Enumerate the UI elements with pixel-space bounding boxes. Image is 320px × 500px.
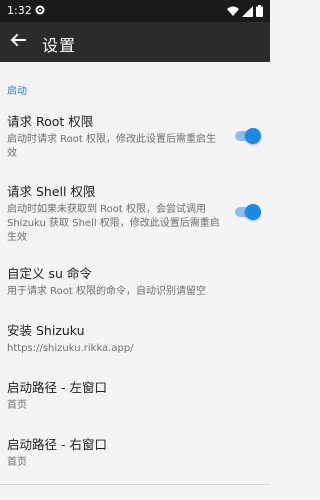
switch-thumb (245, 128, 261, 144)
setting-title: 启动路径 - 左窗口 (7, 380, 107, 395)
app-bar: 设置 (0, 22, 270, 62)
setting-subtitle: 首页 (7, 400, 27, 411)
setting-custom-su[interactable]: 自定义 su 命令 用于请求 Root 权限的命令，自动识别请留空 (7, 266, 263, 299)
setting-subtitle: 启动时如果未获取到 Root 权限，会尝试调用 Shizuku 获取 Shell… (7, 204, 220, 243)
setting-title: 请求 Shell 权限 (7, 184, 96, 199)
setting-request-root[interactable]: 请求 Root 权限 启动时请求 Root 权限，修改此设置后需重启生效 (7, 114, 263, 161)
setting-start-path-left[interactable]: 启动路径 - 左窗口 首页 (7, 380, 263, 413)
battery-icon (256, 5, 263, 20)
back-button[interactable] (6, 30, 30, 54)
setting-subtitle: 启动时请求 Root 权限，修改此设置后需重启生效 (7, 134, 217, 159)
setting-subtitle: 首页 (7, 457, 27, 468)
cellular-signal-icon (242, 5, 253, 20)
setting-subtitle: 用于请求 Root 权限的命令，自动识别请留空 (7, 286, 207, 297)
wifi-icon (227, 6, 239, 20)
setting-title: 安装 Shizuku (7, 323, 85, 338)
setting-title: 启动路径 - 右窗口 (7, 437, 107, 452)
status-bar: 1:32 (0, 0, 270, 22)
status-time: 1:32 (7, 4, 32, 17)
request-shell-switch[interactable] (233, 204, 261, 220)
setting-install-shizuku[interactable]: 安装 Shizuku https://shizuku.rikka.app/ (7, 323, 263, 356)
back-arrow-icon (10, 32, 26, 52)
setting-title: 请求 Root 权限 (7, 114, 94, 129)
settings-gear-icon (34, 4, 46, 19)
switch-thumb (245, 204, 261, 220)
setting-subtitle: https://shizuku.rikka.app/ (7, 343, 134, 354)
request-root-switch[interactable] (233, 128, 261, 144)
page-title: 设置 (42, 36, 77, 55)
setting-request-shell[interactable]: 请求 Shell 权限 启动时如果未获取到 Root 权限，会尝试调用 Shiz… (7, 184, 263, 245)
setting-start-path-right[interactable]: 启动路径 - 右窗口 首页 (7, 437, 263, 470)
list-divider (0, 484, 270, 485)
setting-title: 自定义 su 命令 (7, 266, 92, 281)
section-header-startup: 启动 (7, 86, 27, 97)
